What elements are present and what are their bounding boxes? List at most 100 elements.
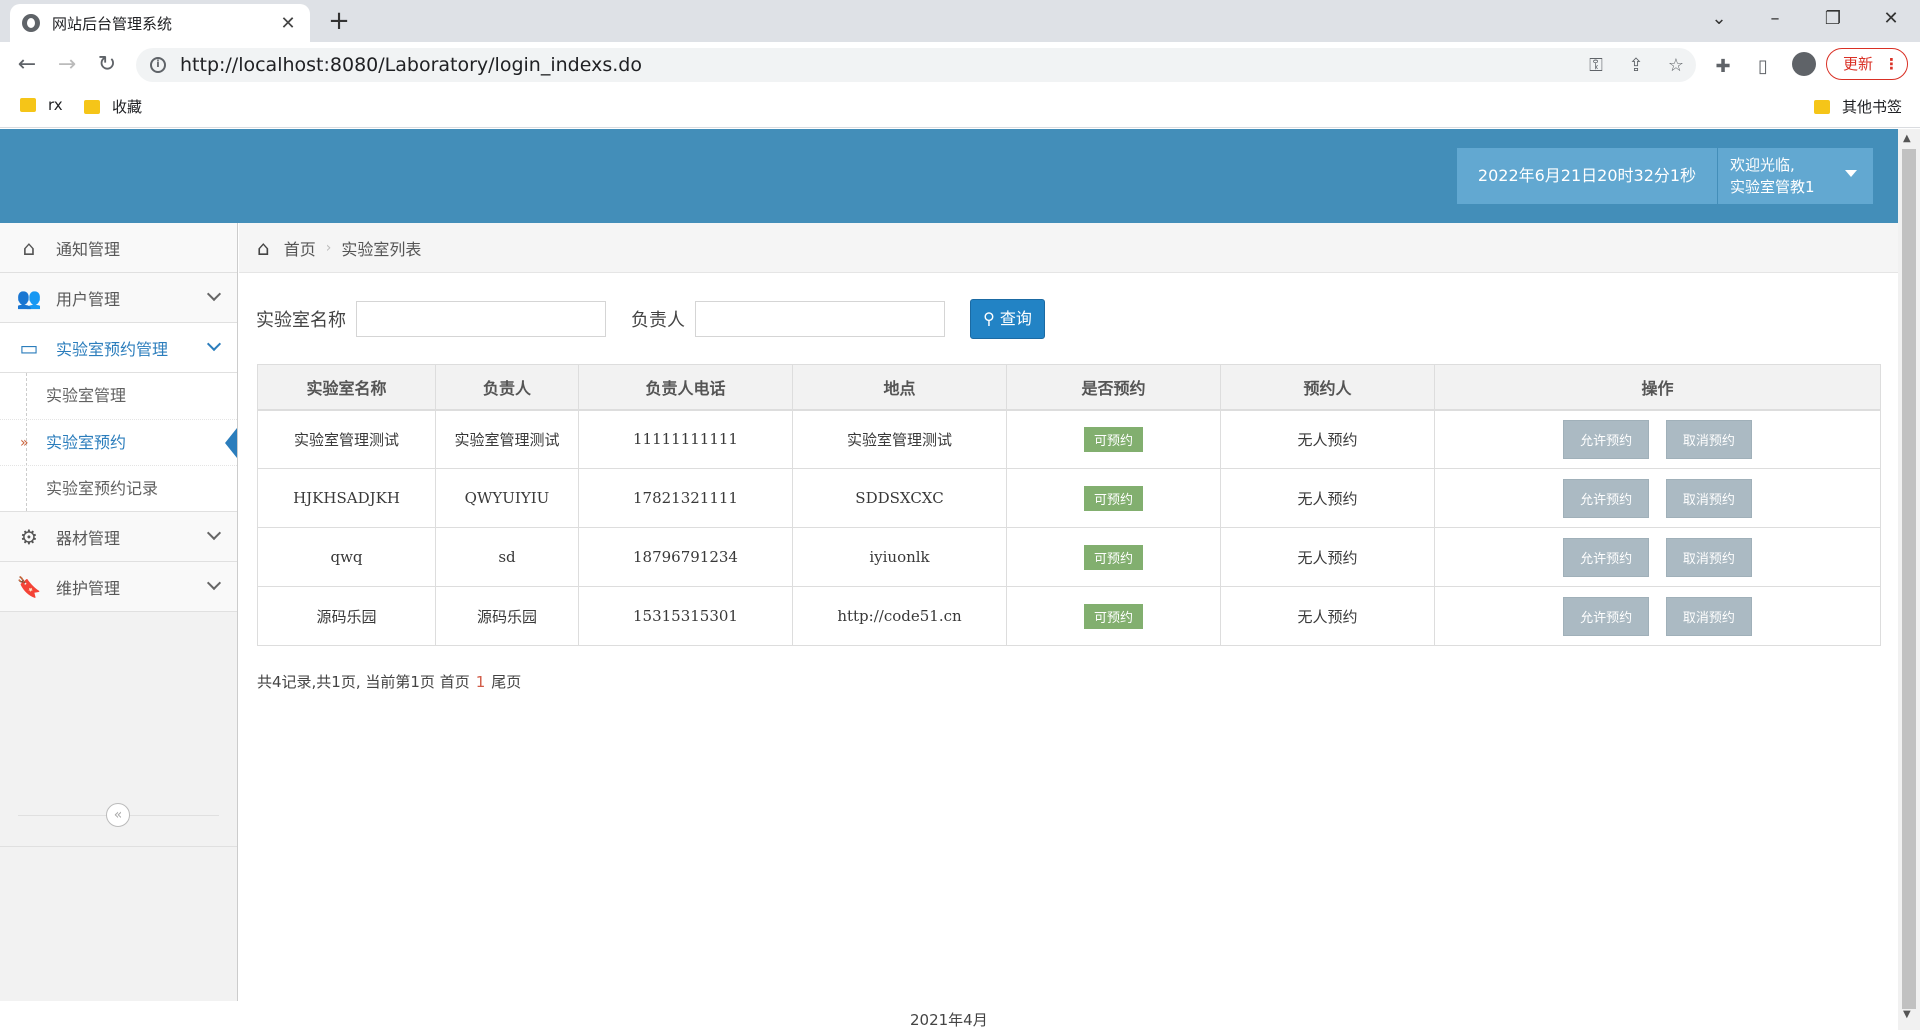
cell-actions: 允许预约 取消预约 xyxy=(1434,468,1881,528)
cell-location: 实验室管理测试 xyxy=(792,409,1007,469)
update-button[interactable]: 更新 ⋮ xyxy=(1826,48,1908,80)
sidebar-item-notifications[interactable]: ⌂ 通知管理 xyxy=(0,223,237,273)
browser-tab[interactable]: 网站后台管理系统 ✕ xyxy=(10,4,310,42)
query-button-label: 查询 xyxy=(999,309,1032,328)
chevron-down-icon xyxy=(206,525,222,541)
lab-table: 实验室名称 负责人 负责人电话 地点 是否预约 预约人 操作 实验室管理测试 实… xyxy=(257,364,1881,646)
table-header-row: 实验室名称 负责人 负责人电话 地点 是否预约 预约人 操作 xyxy=(257,364,1881,411)
cancel-booking-button[interactable]: 取消预约 xyxy=(1665,419,1752,459)
user-menu[interactable]: 欢迎光临, 实验室管教1 xyxy=(1718,148,1873,204)
omnibox[interactable]: i http://localhost:8080/Laboratory/login… xyxy=(136,48,1696,82)
app-page: 2022年6月21日20时32分1秒 欢迎光临, 实验室管教1 ⌂ 通知管理 👥… xyxy=(0,129,1898,1030)
column-header: 地点 xyxy=(792,364,1007,411)
submenu-item-booking-records[interactable]: 实验室预约记录 xyxy=(0,465,237,511)
datetime-display: 2022年6月21日20时32分1秒 xyxy=(1457,148,1717,204)
submenu-item-lab-management[interactable]: 实验室管理 xyxy=(0,373,237,419)
key-icon[interactable]: ⚿ xyxy=(1576,55,1616,76)
breadcrumb: ⌂ 首页 › 实验室列表 xyxy=(239,223,1898,273)
url-text[interactable]: http://localhost:8080/Laboratory/login_i… xyxy=(180,54,1576,76)
chevron-down-icon xyxy=(206,336,222,352)
table-row: 源码乐园 源码乐园 15315315301 http://code51.cn 可… xyxy=(257,586,1881,646)
breadcrumb-home[interactable]: 首页 xyxy=(284,236,316,260)
scroll-down-icon[interactable]: ▼ xyxy=(1903,1009,1911,1020)
app-header: 2022年6月21日20时32分1秒 欢迎光临, 实验室管教1 xyxy=(0,129,1898,223)
search-icon: ⚲ xyxy=(983,309,995,328)
column-header: 预约人 xyxy=(1220,364,1435,411)
pagination: 共4记录,共1页, 当前第1页 首页 1 尾页 xyxy=(257,671,521,692)
page-scrollbar[interactable]: ▲ ▼ xyxy=(1898,129,1920,1030)
search-form: 实验室名称 负责人 ⚲ 查询 xyxy=(256,299,1045,339)
submenu-item-lab-booking[interactable]: » 实验室预约 xyxy=(0,419,237,465)
sidebar-item-label: 实验室预约管理 xyxy=(56,339,169,359)
query-button[interactable]: ⚲ 查询 xyxy=(970,299,1045,339)
site-info-icon[interactable]: i xyxy=(150,57,166,73)
caret-down-icon xyxy=(1845,170,1857,177)
column-header: 负责人 xyxy=(435,364,579,411)
lab-name-input[interactable] xyxy=(356,301,606,337)
close-tab-icon[interactable]: ✕ xyxy=(278,13,298,34)
sidebar: ⌂ 通知管理 👥 用户管理 ▭ 实验室预约管理 实验室管理 » 实验室预约 实验… xyxy=(0,223,238,1001)
other-bookmarks[interactable]: 其他书签 xyxy=(1814,96,1902,117)
column-header: 负责人电话 xyxy=(578,364,793,411)
menu-dots-icon: ⋮ xyxy=(1884,55,1899,73)
new-tab-icon[interactable]: + xyxy=(324,6,354,36)
last-page-link[interactable]: 尾页 xyxy=(491,673,521,691)
cell-actions: 允许预约 取消预约 xyxy=(1434,586,1881,646)
owner-label: 负责人 xyxy=(631,310,685,331)
tab-search-icon[interactable]: ⌄ xyxy=(1694,4,1744,34)
minimize-icon[interactable]: – xyxy=(1750,4,1800,34)
update-label: 更新 xyxy=(1843,55,1874,73)
sidebar-collapse-row: « xyxy=(0,783,237,847)
scrollbar-thumb[interactable] xyxy=(1902,149,1916,1009)
sidebar-item-label: 维护管理 xyxy=(56,578,121,598)
username-text: 实验室管教1 xyxy=(1730,178,1815,196)
cell-location[interactable]: http://code51.cn xyxy=(792,586,1007,646)
sidebar-item-equipment[interactable]: ⚙ 器材管理 xyxy=(0,512,237,562)
submenu-item-label: 实验室预约 xyxy=(46,433,127,452)
extensions-icon[interactable]: ✚ xyxy=(1708,56,1738,77)
share-icon[interactable]: ⇪ xyxy=(1616,55,1656,76)
cell-actions: 允许预约 取消预约 xyxy=(1434,527,1881,587)
sidebar-item-maintenance[interactable]: 🔖 维护管理 xyxy=(0,562,237,612)
allow-booking-button[interactable]: 允许预约 xyxy=(1563,537,1650,577)
other-bookmarks-label: 其他书签 xyxy=(1842,98,1903,116)
profile-avatar-icon[interactable] xyxy=(1792,52,1816,76)
owner-input[interactable] xyxy=(695,301,945,337)
reload-icon[interactable]: ↻ xyxy=(92,50,122,80)
cancel-booking-button[interactable]: 取消预约 xyxy=(1665,537,1752,577)
cancel-booking-button[interactable]: 取消预约 xyxy=(1665,478,1752,518)
submenu-item-label: 实验室预约记录 xyxy=(46,479,159,498)
sidebar-item-label: 通知管理 xyxy=(56,239,121,259)
page-number-link[interactable]: 1 xyxy=(476,673,486,691)
allow-booking-button[interactable]: 允许预约 xyxy=(1563,419,1650,459)
star-icon[interactable]: ☆ xyxy=(1656,55,1696,76)
cell-status: 可预约 xyxy=(1006,409,1221,469)
allow-booking-button[interactable]: 允许预约 xyxy=(1563,596,1650,636)
cogs-icon: ⚙ xyxy=(20,524,38,549)
allow-booking-button[interactable]: 允许预约 xyxy=(1563,478,1650,518)
restore-icon[interactable]: ❐ xyxy=(1808,4,1858,34)
scroll-up-icon[interactable]: ▲ xyxy=(1903,133,1911,144)
desktop-icon: ▭ xyxy=(19,335,39,360)
cancel-booking-button[interactable]: 取消预约 xyxy=(1665,596,1752,636)
cell-status: 可预约 xyxy=(1006,468,1221,528)
chevron-down-icon xyxy=(206,286,222,302)
bookmark-icon: 🔖 xyxy=(16,574,42,599)
cell-booker: 无人预约 xyxy=(1220,586,1435,646)
cell-phone: 17821321111 xyxy=(578,468,793,528)
forward-icon[interactable]: → xyxy=(52,50,82,80)
lab-name-label: 实验室名称 xyxy=(256,310,346,331)
breadcrumb-separator-icon: › xyxy=(325,239,332,256)
cell-owner: sd xyxy=(435,527,579,587)
sidepanel-icon[interactable]: ▯ xyxy=(1748,56,1778,77)
bookmark-favorites[interactable]: 收藏 xyxy=(84,96,142,117)
window-close-icon[interactable]: ✕ xyxy=(1866,4,1916,34)
double-chevron-left-icon[interactable]: « xyxy=(106,803,130,827)
bookmark-rx[interactable]: rx xyxy=(20,96,63,114)
cell-location: SDDSXCXC xyxy=(792,468,1007,528)
sidebar-item-lab-booking[interactable]: ▭ 实验室预约管理 xyxy=(0,323,237,373)
status-badge: 可预约 xyxy=(1083,603,1143,629)
sidebar-item-users[interactable]: 👥 用户管理 xyxy=(0,273,237,323)
table-row: qwq sd 18796791234 iyiuonlk 可预约 无人预约 允许预… xyxy=(257,527,1881,587)
back-icon[interactable]: ← xyxy=(12,50,42,80)
